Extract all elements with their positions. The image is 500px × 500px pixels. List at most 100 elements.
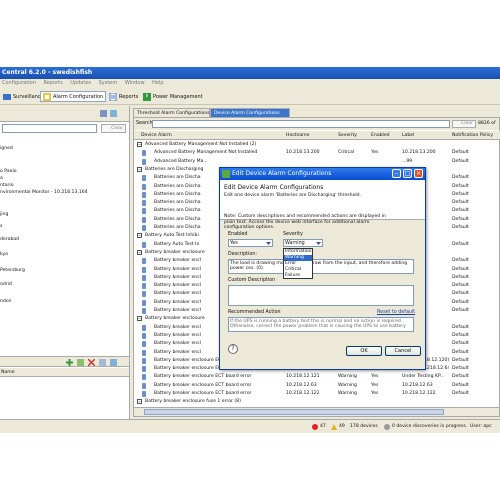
tab-device-alarm-configurations[interactable]: Device Alarm Configurations [210,108,290,117]
close-button[interactable]: × [414,169,423,178]
battery-icon [142,299,146,306]
delete-icon[interactable] [88,359,95,366]
horizontal-scrollbar[interactable] [134,407,499,416]
clear-search-button[interactable]: Clear [452,120,476,128]
collapse-icon[interactable]: − [137,316,142,322]
menu-configuration[interactable]: Configuration [2,80,36,86]
tree-item[interactable]: ndon [0,299,12,304]
menu-help[interactable]: Help [152,80,163,86]
device-group-tree: igned o Paolo a ntario nvironmental Moni… [0,136,129,356]
recommended-action-text[interactable]: If the UPS is running a battery test thi… [228,317,414,332]
table-row[interactable]: Advanced Battery Management Not Installe… [134,149,500,157]
dialog-title: Edit Device Alarm Configurations [232,170,332,177]
battery-icon [142,150,146,157]
menu-system[interactable]: System [99,80,118,86]
custom-description-input[interactable] [228,285,414,306]
column-label[interactable]: Label [400,131,414,140]
cell-policy: Default [452,332,469,338]
cell-en: Yes [371,150,379,156]
severity-select[interactable]: Warning [283,239,323,247]
battery-icon [142,341,146,348]
table-group-row[interactable]: − Battery breaker enclosure fuse 1 error … [134,398,500,406]
column-enabled[interactable]: Enabled [369,131,390,140]
collapse-icon[interactable]: − [137,142,142,147]
cell-label: ...99 [402,158,413,164]
window-title: Central 6.2.0 - swedishfish [2,69,93,76]
menubar: Configuration Reports Updates System Win… [0,79,500,87]
left-search-input[interactable] [2,124,97,133]
tree-item[interactable]: jing [0,212,8,217]
copy-icon[interactable] [99,359,106,366]
table-group-row[interactable]: − Advanced Battery Management Not Install… [134,141,500,149]
collapse-icon[interactable] [110,110,118,117]
collapse-icon[interactable]: − [137,166,142,172]
tab-device-label: Device Alarm Configurations [214,111,280,116]
add-icon[interactable] [66,359,73,366]
search-input[interactable] [152,120,450,128]
cell-alarm: Battery breaker enclosure fuse 1 error (… [145,399,241,405]
chevron-down-icon [316,242,321,245]
dialog-note: Note: Custom descriptions and recommende… [224,214,386,230]
tree-item[interactable]: nvironmental Monitor - 10.218.13.164 [0,190,88,195]
tree-item[interactable]: a [0,176,3,181]
table-row[interactable]: Battery breaker enclosure ECT board erro… [134,382,500,390]
tree-item[interactable]: s [0,224,2,229]
toolbar: Surveillance Alarm Configuration Reports… [0,88,500,105]
column-device-alarm[interactable]: Device Alarm [139,131,172,140]
left-bottom-header[interactable]: Name [0,368,129,377]
menu-updates[interactable]: Updates [70,80,91,86]
severity-option-failure[interactable]: Failure [284,273,312,279]
menu-reports[interactable]: Reports [44,80,63,86]
column-severity[interactable]: Severity [336,131,357,140]
help-button[interactable]: ? [228,344,238,354]
cancel-button[interactable]: Cancel [385,346,421,356]
reports-button[interactable]: Reports [106,91,141,102]
table-row[interactable]: Advanced Battery Ma... ...99 Default [134,158,500,166]
tree-item[interactable]: derabad [0,237,19,242]
collapse-icon[interactable]: − [137,233,142,239]
severity-value: Warning [285,241,305,246]
cell-policy: Default [452,283,469,289]
tree-item[interactable]: kyo [0,252,8,257]
tree-item[interactable]: o Paolo [0,169,17,174]
tree-item[interactable]: igned [0,146,13,151]
left-toolbar-icons[interactable] [100,110,108,117]
collapse-icon[interactable]: − [137,399,142,405]
minimize-button[interactable]: – [392,169,401,178]
menu-window[interactable]: Window [125,80,145,86]
battery-icon [142,374,146,381]
cell-label: 10.218.12.63 [402,382,433,388]
cell-policy: Default [452,158,469,164]
cell-policy: Default [452,258,469,264]
battery-icon [142,391,146,397]
battery-icon [142,324,146,331]
move-icon[interactable] [110,359,117,366]
edit-icon[interactable] [77,359,84,366]
column-notification-policy[interactable]: Notification Policy [450,131,493,140]
ok-button[interactable]: OK [346,346,382,356]
alarm-configuration-button[interactable]: Alarm Configuration [40,91,107,102]
left-clear-button[interactable]: Clear [101,124,126,133]
cell-policy: Default [452,241,469,247]
cell-alarm: Battery breaker enclosure ECT board erro… [154,391,252,396]
cell-policy: Default [452,175,469,181]
reset-to-default-link[interactable]: Reset to default [377,310,415,315]
column-hostname[interactable]: Hostname [284,131,310,140]
cell-sev: Critical [338,150,355,156]
collapse-icon[interactable]: − [137,249,142,255]
table-row[interactable]: Battery breaker enclosure ECT board erro… [134,373,500,381]
left-clear-label: Clear [110,126,123,131]
tree-item[interactable]: Petersburg [0,268,25,273]
enabled-select[interactable]: Yes [228,239,273,247]
table-row[interactable]: Battery breaker enclosure ECT board erro… [134,390,500,398]
tree-item[interactable]: adrid [0,282,12,287]
power-management-button[interactable]: Power Management [140,91,206,102]
battery-icon [142,191,146,198]
tab-threshold-alarm-configurations[interactable]: Threshold Alarm Configurations [133,108,210,117]
cell-policy: Default [452,150,469,156]
battery-icon [142,308,146,314]
scroll-thumb[interactable] [144,409,444,415]
help-icon: ? [231,345,235,352]
tree-item[interactable]: ntario [0,183,14,188]
maximize-button[interactable]: □ [403,169,412,178]
